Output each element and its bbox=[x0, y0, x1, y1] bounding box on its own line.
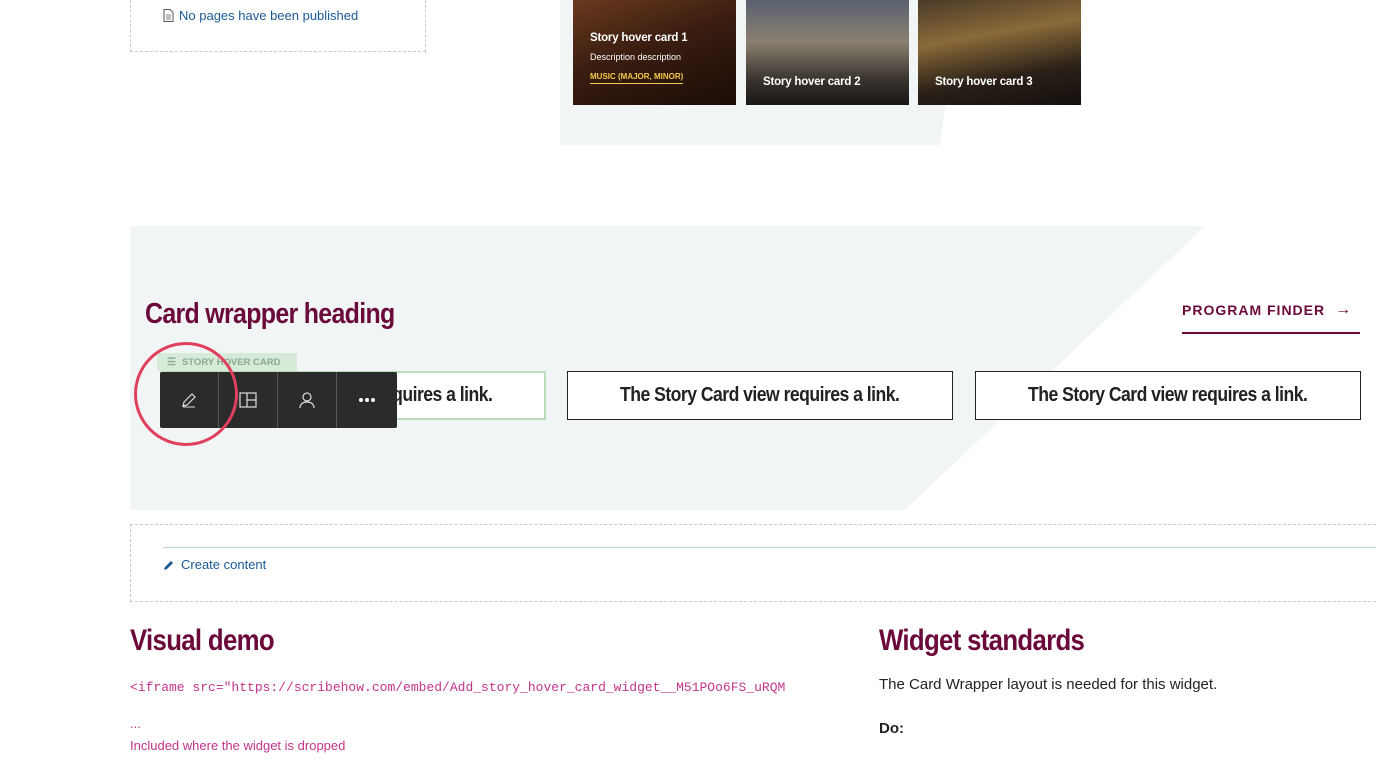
card-description: Description description bbox=[590, 52, 682, 62]
program-finder-link[interactable]: PROGRAM FINDER → bbox=[1182, 302, 1360, 334]
highlight-circle bbox=[134, 342, 238, 446]
arrow-right-icon: → bbox=[1335, 301, 1352, 318]
story-card-2[interactable]: The Story Card view requires a link. bbox=[567, 371, 953, 420]
more-options-button[interactable] bbox=[337, 372, 396, 428]
widget-standards-text: The Card Wrapper layout is needed for th… bbox=[879, 676, 1218, 693]
do-label: Do: bbox=[879, 720, 904, 737]
card-tag: MUSIC (MAJOR, MINOR) bbox=[590, 72, 684, 84]
document-icon bbox=[163, 9, 174, 22]
story-hover-card-2[interactable]: Story hover card 2 bbox=[746, 0, 909, 105]
story-hover-card-1[interactable]: Story hover card 1 Description descripti… bbox=[573, 0, 736, 105]
user-icon bbox=[299, 392, 315, 409]
visual-demo-heading: Visual demo bbox=[130, 624, 275, 657]
card-image bbox=[746, 0, 909, 105]
create-content-box bbox=[130, 524, 1376, 602]
pencil-icon bbox=[164, 560, 173, 570]
widget-standards-heading: Widget standards bbox=[879, 624, 1085, 657]
card-image bbox=[918, 0, 1081, 105]
card-title: Story hover card 3 bbox=[935, 76, 1033, 88]
ellipsis-icon bbox=[358, 398, 375, 402]
embed-code: <iframe src="https://scribehow.com/embed… bbox=[130, 680, 786, 695]
story-card-text: The Story Card view requires a link. bbox=[620, 384, 900, 406]
create-content-link[interactable]: Create content bbox=[163, 557, 266, 572]
program-finder-label: PROGRAM FINDER bbox=[1182, 302, 1326, 318]
story-hover-card-3[interactable]: Story hover card 3 bbox=[918, 0, 1081, 105]
code-note: Included where the widget is dropped bbox=[130, 738, 346, 753]
pages-link-label: No pages have been published bbox=[179, 8, 359, 23]
card-title: Story hover card 2 bbox=[763, 76, 861, 88]
story-card-text: The Story Card view requires a link. bbox=[1028, 384, 1308, 406]
story-card-3[interactable]: The Story Card view requires a link. bbox=[975, 371, 1361, 420]
card-title: Story hover card 1 bbox=[590, 32, 688, 44]
divider bbox=[163, 547, 1376, 548]
no-pages-link[interactable]: No pages have been published bbox=[163, 8, 358, 23]
code-ellipsis: ... bbox=[130, 716, 141, 731]
user-button[interactable] bbox=[278, 372, 337, 428]
create-content-label: Create content bbox=[181, 557, 267, 572]
card-wrapper-heading: Card wrapper heading bbox=[145, 298, 395, 330]
layout-icon bbox=[239, 392, 257, 408]
